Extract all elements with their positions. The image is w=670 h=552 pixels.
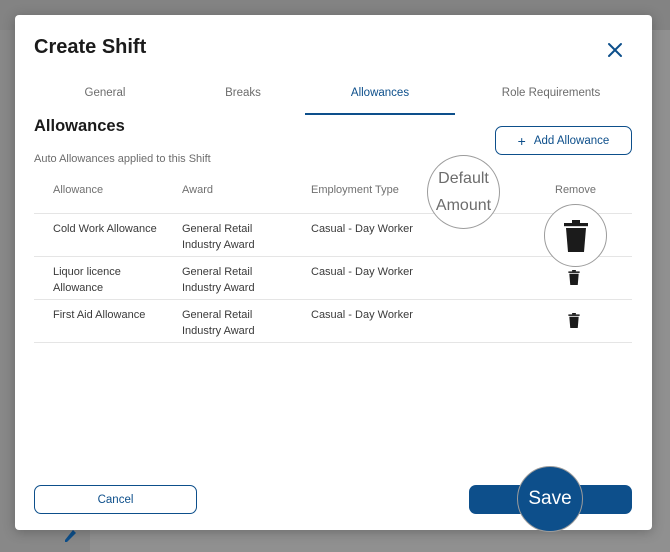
create-shift-modal: Create Shift General Breaks Allowances R… [15,15,652,532]
cell-employment-type: Casual - Day Worker [311,266,413,278]
tab-role-requirements[interactable]: Role Requirements [476,83,626,115]
add-allowance-button[interactable]: + Add Allowance [495,126,632,155]
cell-award: General Retail Industry Award [182,309,255,337]
cell-award: General Retail Industry Award [182,223,255,251]
tab-bar: General Breaks Allowances Role Requireme… [30,83,636,115]
cell-employment-type: Casual - Day Worker [311,309,413,321]
trash-icon [563,219,588,252]
allowances-table: Allowance Award Employment Type Default … [34,155,632,343]
table-row: Liquor licence Allowance General Retail … [34,257,632,300]
plus-icon: + [517,132,526,149]
table-row: Cold Work Allowance General Retail Indus… [34,204,632,267]
save-button[interactable]: Save [517,466,583,532]
cell-allowance: Liquor licence Allowance [53,266,121,294]
trash-icon[interactable] [568,270,580,285]
header-remove: Remove [555,184,596,196]
cell-allowance: First Aid Allowance [53,309,146,321]
close-icon[interactable] [606,41,624,59]
tab-allowances[interactable]: Allowances [305,83,455,115]
cell-award: General Retail Industry Award [182,266,255,294]
tab-breaks[interactable]: Breaks [168,83,318,115]
table-row: First Aid Allowance General Retail Indus… [34,300,632,343]
cell-employment-type: Casual - Day Worker [311,223,413,235]
modal-title: Create Shift [34,36,147,58]
table-header: Allowance Award Employment Type Default … [34,155,632,229]
header-allowance: Allowance [53,184,104,196]
trash-icon[interactable] [568,313,580,328]
section-title: Allowances [34,117,125,135]
tab-general[interactable]: General [30,83,180,115]
cancel-button[interactable]: Cancel [34,485,197,514]
cell-allowance: Cold Work Allowance [53,223,157,235]
header-award: Award [182,184,213,196]
section-subtitle: Auto Allowances applied to this Shift [34,153,211,165]
header-employment-type: Employment Type [311,184,399,196]
add-allowance-label: Add Allowance [533,134,610,147]
